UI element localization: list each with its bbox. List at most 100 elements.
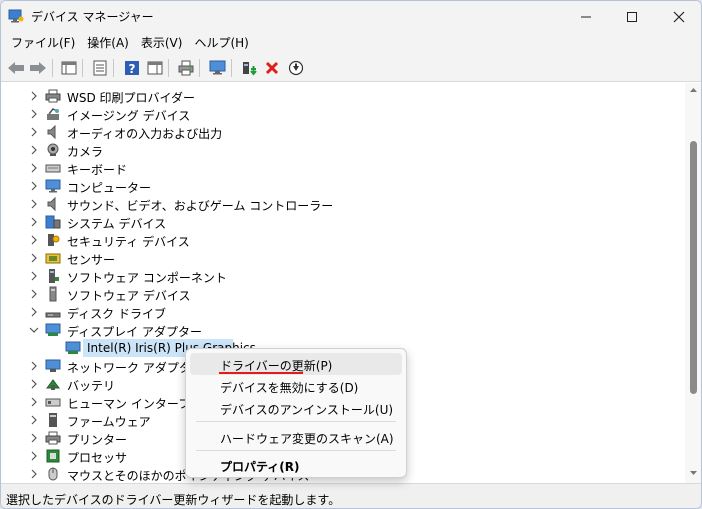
tree-node-label: オーディオの入力および出力 — [67, 127, 223, 141]
tree-node-audio-io[interactable]: オーディオの入力および出力 — [1, 123, 685, 141]
menu-file[interactable]: ファイル(F) — [5, 32, 81, 54]
chevron-right-icon[interactable] — [29, 360, 39, 372]
tree-node-system-devices[interactable]: システム デバイス — [1, 213, 685, 231]
toolbar-separator — [113, 59, 114, 77]
toolbar-separator — [82, 59, 83, 77]
chevron-right-icon[interactable] — [29, 198, 39, 210]
tree-node-sensors[interactable]: センサー — [1, 249, 685, 267]
menu-item-disable-device[interactable]: デバイスを無効にする(D) — [190, 375, 402, 397]
chevron-right-icon[interactable] — [29, 216, 39, 228]
speaker-icon — [47, 196, 56, 212]
maximize-button[interactable] — [609, 1, 655, 32]
menu-item-uninstall-device[interactable]: デバイスのアンインストール(U) — [190, 397, 402, 419]
chevron-right-icon[interactable] — [29, 432, 39, 444]
tree-node-cameras[interactable]: カメラ — [1, 141, 685, 159]
display-adapter-icon — [65, 341, 81, 354]
printer-icon — [45, 431, 61, 445]
status-bar: 選択したデバイスのドライバー更新ウィザードを起動します。 — [1, 483, 701, 508]
tree-node-label: プリンター — [67, 433, 128, 447]
tree-node-keyboards[interactable]: キーボード — [1, 159, 685, 177]
arrow-left-icon — [8, 62, 24, 74]
tree-node-computer[interactable]: コンピューター — [1, 177, 685, 195]
tree-node-label: セキュリティ デバイス — [67, 235, 190, 249]
tree-node-sound-video-game[interactable]: サウンド、ビデオ、およびゲーム コントローラー — [1, 195, 685, 213]
chevron-right-icon[interactable] — [29, 144, 39, 156]
back-button[interactable] — [6, 59, 26, 77]
mouse-icon — [48, 467, 58, 481]
scroll-down-icon[interactable] — [689, 469, 698, 477]
chevron-right-icon[interactable] — [29, 108, 39, 120]
minimize-icon — [581, 16, 591, 17]
title-bar: デバイス マネージャー — [1, 1, 701, 32]
display-adapter-icon — [45, 323, 61, 336]
uninstall-device-button[interactable] — [262, 59, 282, 77]
toolbar-separator — [168, 59, 169, 77]
menu-item-label: プロパティ(R) — [220, 460, 300, 474]
enable-device-button[interactable] — [286, 59, 306, 77]
menu-item-properties[interactable]: プロパティ(R) — [190, 454, 402, 476]
chevron-right-icon[interactable] — [29, 90, 39, 102]
tree-node-imaging-devices[interactable]: イメージング デバイス — [1, 105, 685, 123]
printer-icon — [178, 60, 194, 76]
tree-node-display-adapters[interactable]: ディスプレイ アダプター — [1, 321, 685, 339]
menu-item-scan-hardware[interactable]: ハードウェア変更のスキャン(A) — [190, 426, 402, 448]
tree-node-label: WSD 印刷プロバイダー — [67, 91, 196, 105]
tree-node-wsd-print-provider[interactable]: WSD 印刷プロバイダー — [1, 87, 685, 105]
tree-node-label: センサー — [67, 253, 116, 267]
chevron-right-icon[interactable] — [29, 252, 39, 264]
chevron-right-icon[interactable] — [29, 306, 39, 318]
chevron-right-icon[interactable] — [29, 270, 39, 282]
help-button[interactable]: ? — [122, 59, 142, 77]
close-button[interactable] — [656, 1, 701, 32]
chevron-right-icon[interactable] — [29, 414, 39, 426]
chevron-right-icon[interactable] — [29, 450, 39, 462]
chevron-down-icon[interactable] — [29, 324, 39, 336]
monitor-icon — [45, 179, 61, 193]
scan-hardware-button[interactable] — [208, 59, 228, 77]
tree-node-software-components[interactable]: ソフトウェア コンポーネント — [1, 267, 685, 285]
chevron-right-icon[interactable] — [29, 288, 39, 300]
chevron-right-icon[interactable] — [29, 180, 39, 192]
tree-node-disk-drives[interactable]: ディスク ドライブ — [1, 303, 685, 321]
sensor-icon — [45, 253, 61, 264]
properties-sheet-icon — [93, 60, 107, 76]
tree-node-label: プロセッサ — [67, 451, 128, 465]
webcam-icon — [47, 143, 59, 156]
menu-action[interactable]: 操作(A) — [81, 32, 135, 54]
chevron-right-icon[interactable] — [29, 396, 39, 408]
device-manager-app-icon — [8, 9, 24, 23]
menu-item-label: デバイスのアンインストール(U) — [220, 403, 394, 417]
menu-help[interactable]: ヘルプ(H) — [188, 32, 254, 54]
menu-bar: ファイル(F) 操作(A) 表示(V) ヘルプ(H) — [1, 32, 701, 54]
tree-node-label: イメージング デバイス — [67, 109, 191, 123]
speaker-icon — [47, 124, 56, 140]
chevron-right-icon[interactable] — [29, 378, 39, 390]
tree-node-label: ファームウェア — [67, 415, 151, 429]
menu-view[interactable]: 表示(V) — [135, 32, 189, 54]
forward-button[interactable] — [28, 59, 48, 77]
scrollbar-thumb[interactable] — [690, 141, 697, 394]
toolbar-separator — [52, 59, 53, 77]
show-hide-tree-button[interactable] — [59, 59, 79, 77]
tree-node-label: ディスク ドライブ — [67, 307, 166, 321]
chevron-right-icon[interactable] — [29, 468, 39, 480]
scroll-up-icon[interactable] — [689, 86, 698, 94]
update-driver-button[interactable] — [239, 59, 259, 77]
close-icon — [673, 11, 685, 22]
action-pane-button[interactable] — [145, 59, 165, 77]
tree-node-label: バッテリ — [67, 379, 116, 393]
tree-node-software-devices[interactable]: ソフトウェア デバイス — [1, 285, 685, 303]
keyboard-icon — [45, 164, 61, 173]
properties-button[interactable] — [90, 59, 110, 77]
vertical-scrollbar[interactable] — [685, 83, 701, 483]
chevron-right-icon[interactable] — [29, 126, 39, 138]
context-menu: ドライバーの更新(P) デバイスを無効にする(D) デバイスのアンインストール(… — [185, 348, 407, 478]
chevron-right-icon[interactable] — [29, 162, 39, 174]
print-button[interactable] — [176, 59, 196, 77]
tree-node-security-devices[interactable]: セキュリティ デバイス — [1, 231, 685, 249]
minimize-button[interactable] — [563, 1, 609, 32]
network-adapter-icon — [45, 359, 61, 372]
status-text: 選択したデバイスのドライバー更新ウィザードを起動します。 — [6, 493, 341, 507]
tree-node-label: サウンド、ビデオ、およびゲーム コントローラー — [67, 199, 334, 213]
chevron-right-icon[interactable] — [29, 234, 39, 246]
